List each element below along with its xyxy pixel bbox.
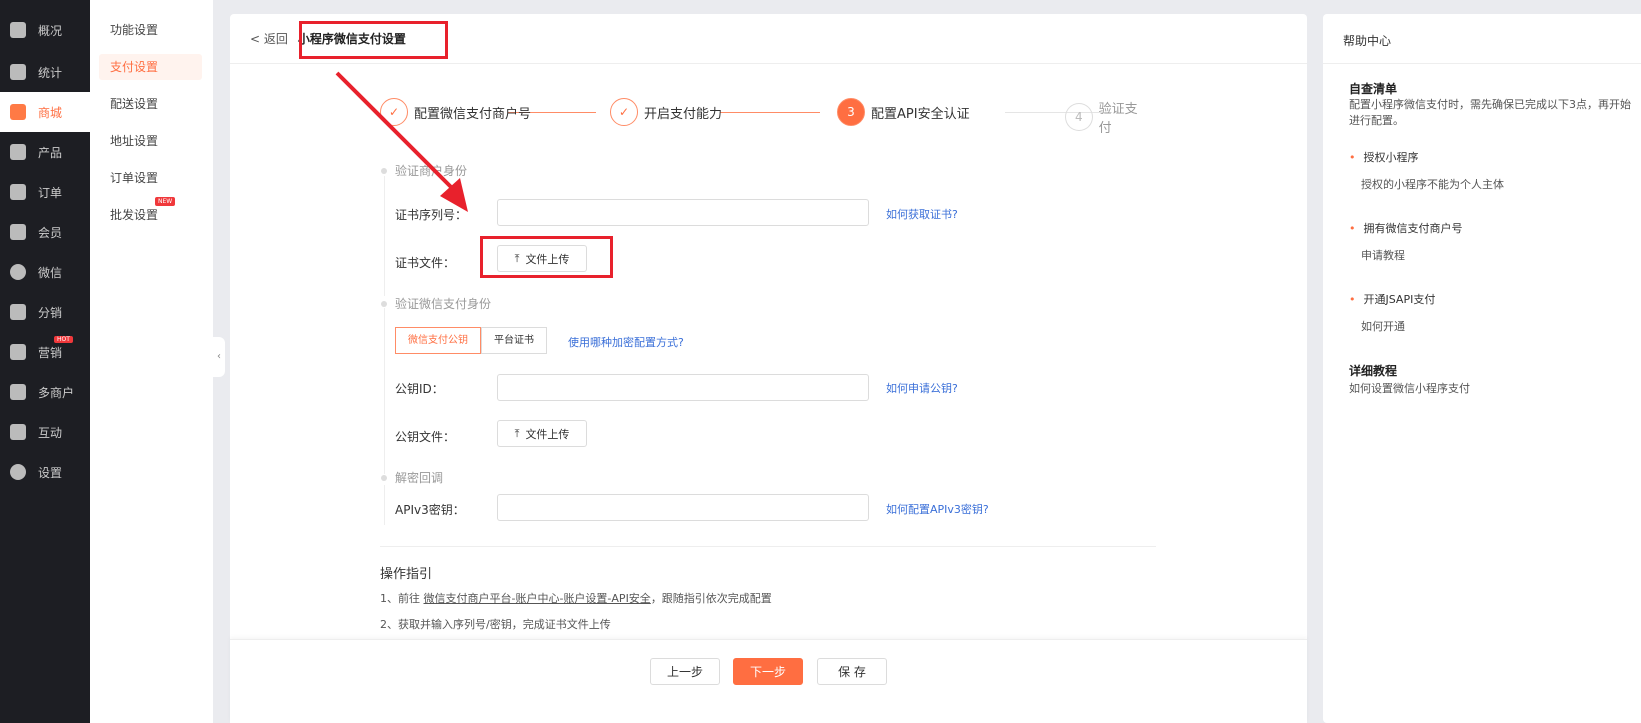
annotation-arrow-icon bbox=[335, 71, 468, 212]
